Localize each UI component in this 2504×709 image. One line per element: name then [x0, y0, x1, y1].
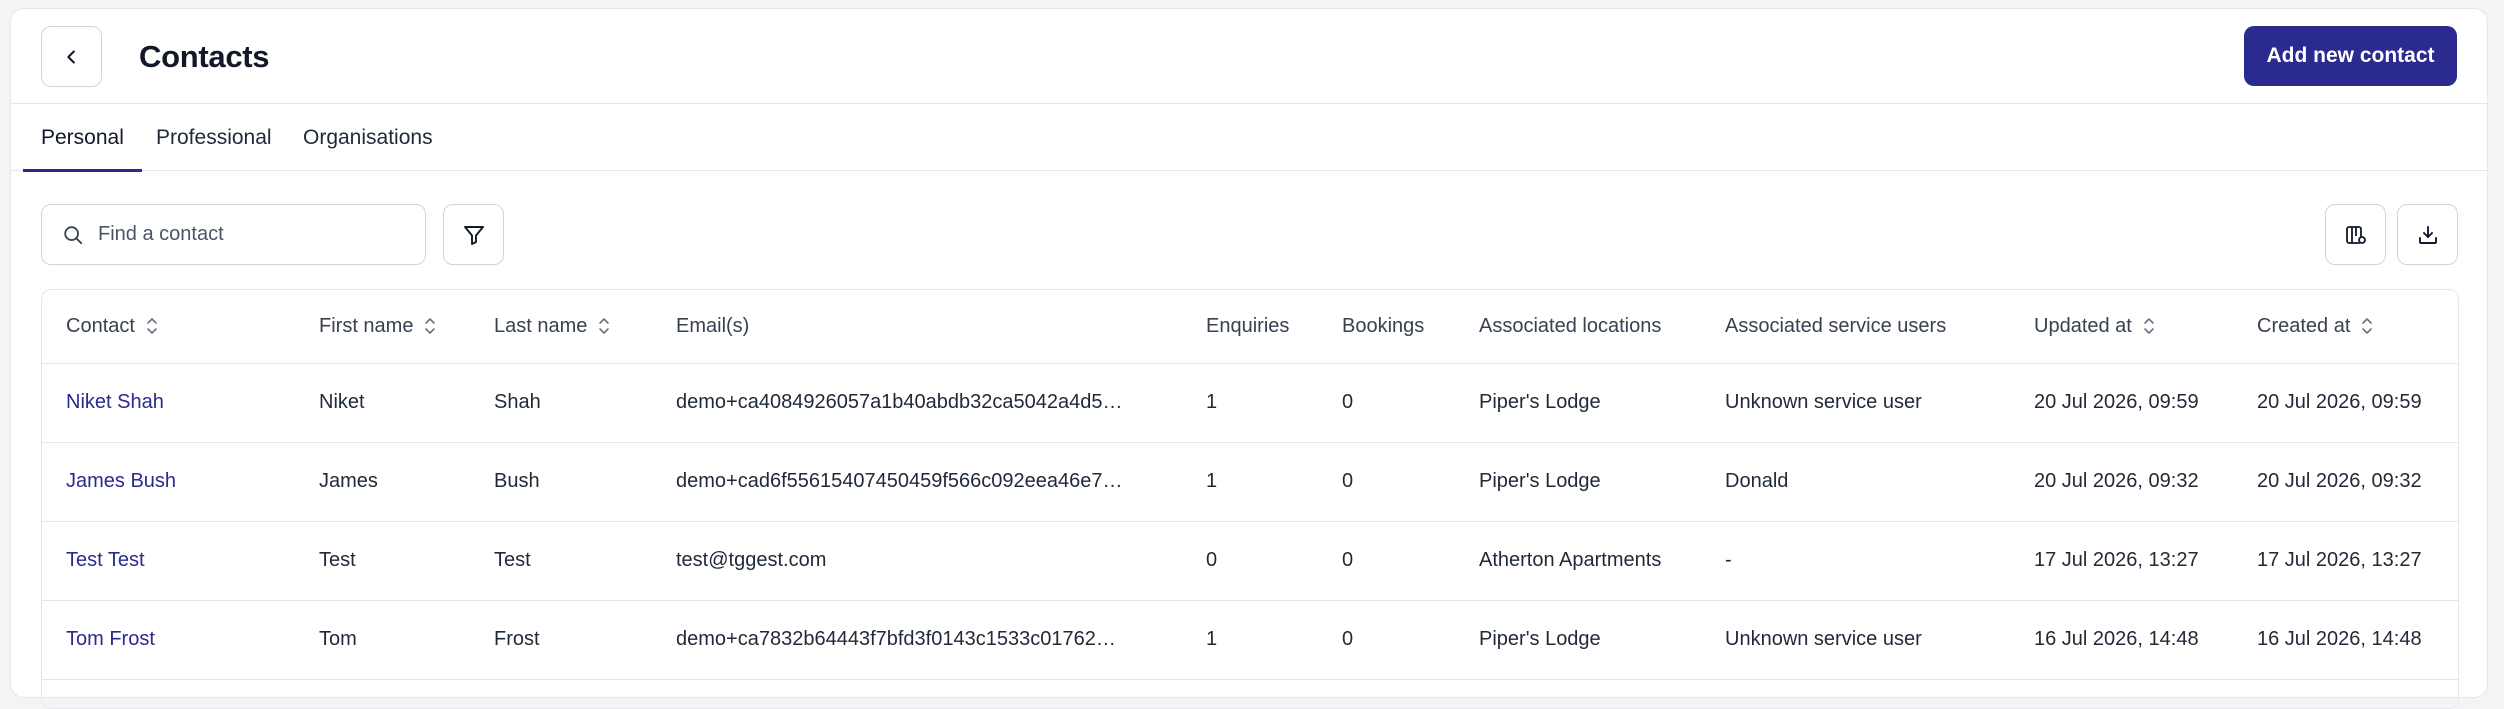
column-header[interactable]: Created at — [2233, 290, 2458, 364]
search-box — [41, 204, 426, 265]
last-name-cell: Test — [470, 521, 652, 601]
updated-at-cell: 20 Jul 2026, 09:59 — [2010, 363, 2233, 443]
enquiries-cell: 0 — [1182, 521, 1318, 601]
created-at-cell: 20 Jul 2026, 09:59 — [2233, 363, 2458, 443]
column-settings-icon — [2345, 225, 2366, 244]
enquiries-cell: 1 — [1182, 442, 1318, 522]
first-name-cell: Tom — [295, 600, 470, 680]
sort-icon[interactable] — [145, 315, 159, 337]
created-at-cell: 20 Jul 2026, 09:32 — [2233, 442, 2458, 522]
column-header-label: Updated at — [2034, 314, 2132, 337]
contact-name-link[interactable]: Niket Shah — [42, 363, 295, 443]
locations-cell: Piper's Lodge — [1455, 600, 1701, 680]
email-cell: demo+cad6f55615407450459f566c092eea46e7… — [652, 442, 1182, 522]
sort-icon[interactable] — [2142, 315, 2156, 337]
page-header: Contacts Add new contact — [11, 9, 2487, 104]
column-header-label: Contact — [66, 314, 135, 337]
sort-icon[interactable] — [597, 315, 611, 337]
first-name-cell: Test — [295, 521, 470, 601]
column-header[interactable]: Last name — [470, 290, 652, 364]
column-header[interactable]: Contact — [42, 290, 295, 364]
column-header[interactable]: First name — [295, 290, 470, 364]
first-name-cell: Niket — [295, 363, 470, 443]
sort-icon[interactable] — [423, 315, 437, 337]
service-users-cell: Donald — [1701, 442, 2010, 522]
service-users-cell: Unknown service user — [1701, 363, 2010, 443]
search-input[interactable] — [98, 223, 418, 246]
chevron-left-icon — [66, 49, 75, 64]
contacts-table: Contact First name Last name Email(s) Enquir… — [41, 289, 2459, 709]
column-header-label: Last name — [494, 314, 588, 337]
download-icon — [2418, 225, 2437, 244]
table-row[interactable]: Tom Frost Tom Frost demo+ca7832b64443f7bfd3… — [42, 600, 2458, 680]
contact-name-link[interactable]: James Bush — [42, 442, 295, 522]
tab-bar: Personal Professional Organisations — [11, 105, 2487, 172]
column-header-label: Enquiries — [1206, 314, 1290, 337]
service-users-cell: Unknown service user — [1701, 600, 2010, 680]
bookings-cell: 0 — [1318, 600, 1455, 680]
email-cell: demo+ca7832b64443f7bfd3f0143c1533c01762… — [652, 600, 1182, 680]
bookings-cell: 0 — [1318, 521, 1455, 601]
back-button[interactable] — [41, 26, 102, 87]
locations-cell: Atherton Apartments — [1455, 521, 1701, 601]
tab-organisations[interactable]: Organisations — [303, 105, 433, 171]
updated-at-cell: 20 Jul 2026, 09:32 — [2010, 442, 2233, 522]
add-new-contact-button[interactable]: Add new contact — [2244, 26, 2457, 86]
table-header-row: Contact First name Last name Email(s) Enquir… — [42, 290, 2458, 364]
last-name-cell: Bush — [470, 442, 652, 522]
sort-icon[interactable] — [2360, 315, 2374, 337]
column-header: Associated locations — [1455, 290, 1701, 364]
tab-personal[interactable]: Personal — [23, 105, 142, 172]
filter-button[interactable] — [443, 204, 504, 265]
page-title: Contacts — [139, 39, 270, 74]
table-row[interactable]: Test Test Test Test test@tggest.com 0 0 Athert… — [42, 521, 2458, 601]
updated-at-cell: 16 Jul 2026, 14:48 — [2010, 600, 2233, 680]
column-header[interactable]: Updated at — [2010, 290, 2233, 364]
filter-icon — [463, 225, 484, 245]
table-row[interactable]: James Bush James Bush demo+cad6f55615407450… — [42, 442, 2458, 522]
column-header: Bookings — [1318, 290, 1455, 364]
created-at-cell: 16 Jul 2026, 14:48 — [2233, 600, 2458, 680]
column-header: Enquiries — [1182, 290, 1318, 364]
column-header-label: Associated locations — [1479, 314, 1662, 337]
email-cell: test@tggest.com — [652, 521, 1182, 601]
first-name-cell: James — [295, 442, 470, 522]
contact-name-link[interactable]: Tom Frost — [42, 600, 295, 680]
last-name-cell: Shah — [470, 363, 652, 443]
locations-cell: Piper's Lodge — [1455, 363, 1701, 443]
bookings-cell: 0 — [1318, 442, 1455, 522]
email-cell: demo+ca4084926057a1b40abdb32ca5042a4d5… — [652, 363, 1182, 443]
column-header: Associated service users — [1701, 290, 2010, 364]
search-icon — [64, 225, 83, 244]
column-header-label: First name — [319, 314, 414, 337]
column-header-label: Email(s) — [676, 314, 750, 337]
column-header-label: Created at — [2257, 314, 2351, 337]
column-settings-button[interactable] — [2325, 204, 2386, 265]
column-header-label: Associated service users — [1725, 314, 1947, 337]
created-at-cell: 17 Jul 2026, 13:27 — [2233, 521, 2458, 601]
tab-professional[interactable]: Professional — [156, 105, 272, 171]
locations-cell: Piper's Lodge — [1455, 442, 1701, 522]
service-users-cell: - — [1701, 521, 2010, 601]
contact-name-link[interactable]: Test Test — [42, 521, 295, 601]
last-name-cell: Frost — [470, 600, 652, 680]
download-button[interactable] — [2397, 204, 2458, 265]
contacts-panel: Contacts Add new contact Personal Profes… — [10, 8, 2488, 709]
table-row[interactable]: Niket Shah Niket Shah demo+ca4084926057a1b4… — [42, 363, 2458, 443]
enquiries-cell: 1 — [1182, 363, 1318, 443]
enquiries-cell: 1 — [1182, 600, 1318, 680]
column-header: Email(s) — [652, 290, 1182, 364]
column-header-label: Bookings — [1342, 314, 1425, 337]
updated-at-cell: 17 Jul 2026, 13:27 — [2010, 521, 2233, 601]
bookings-cell: 0 — [1318, 363, 1455, 443]
